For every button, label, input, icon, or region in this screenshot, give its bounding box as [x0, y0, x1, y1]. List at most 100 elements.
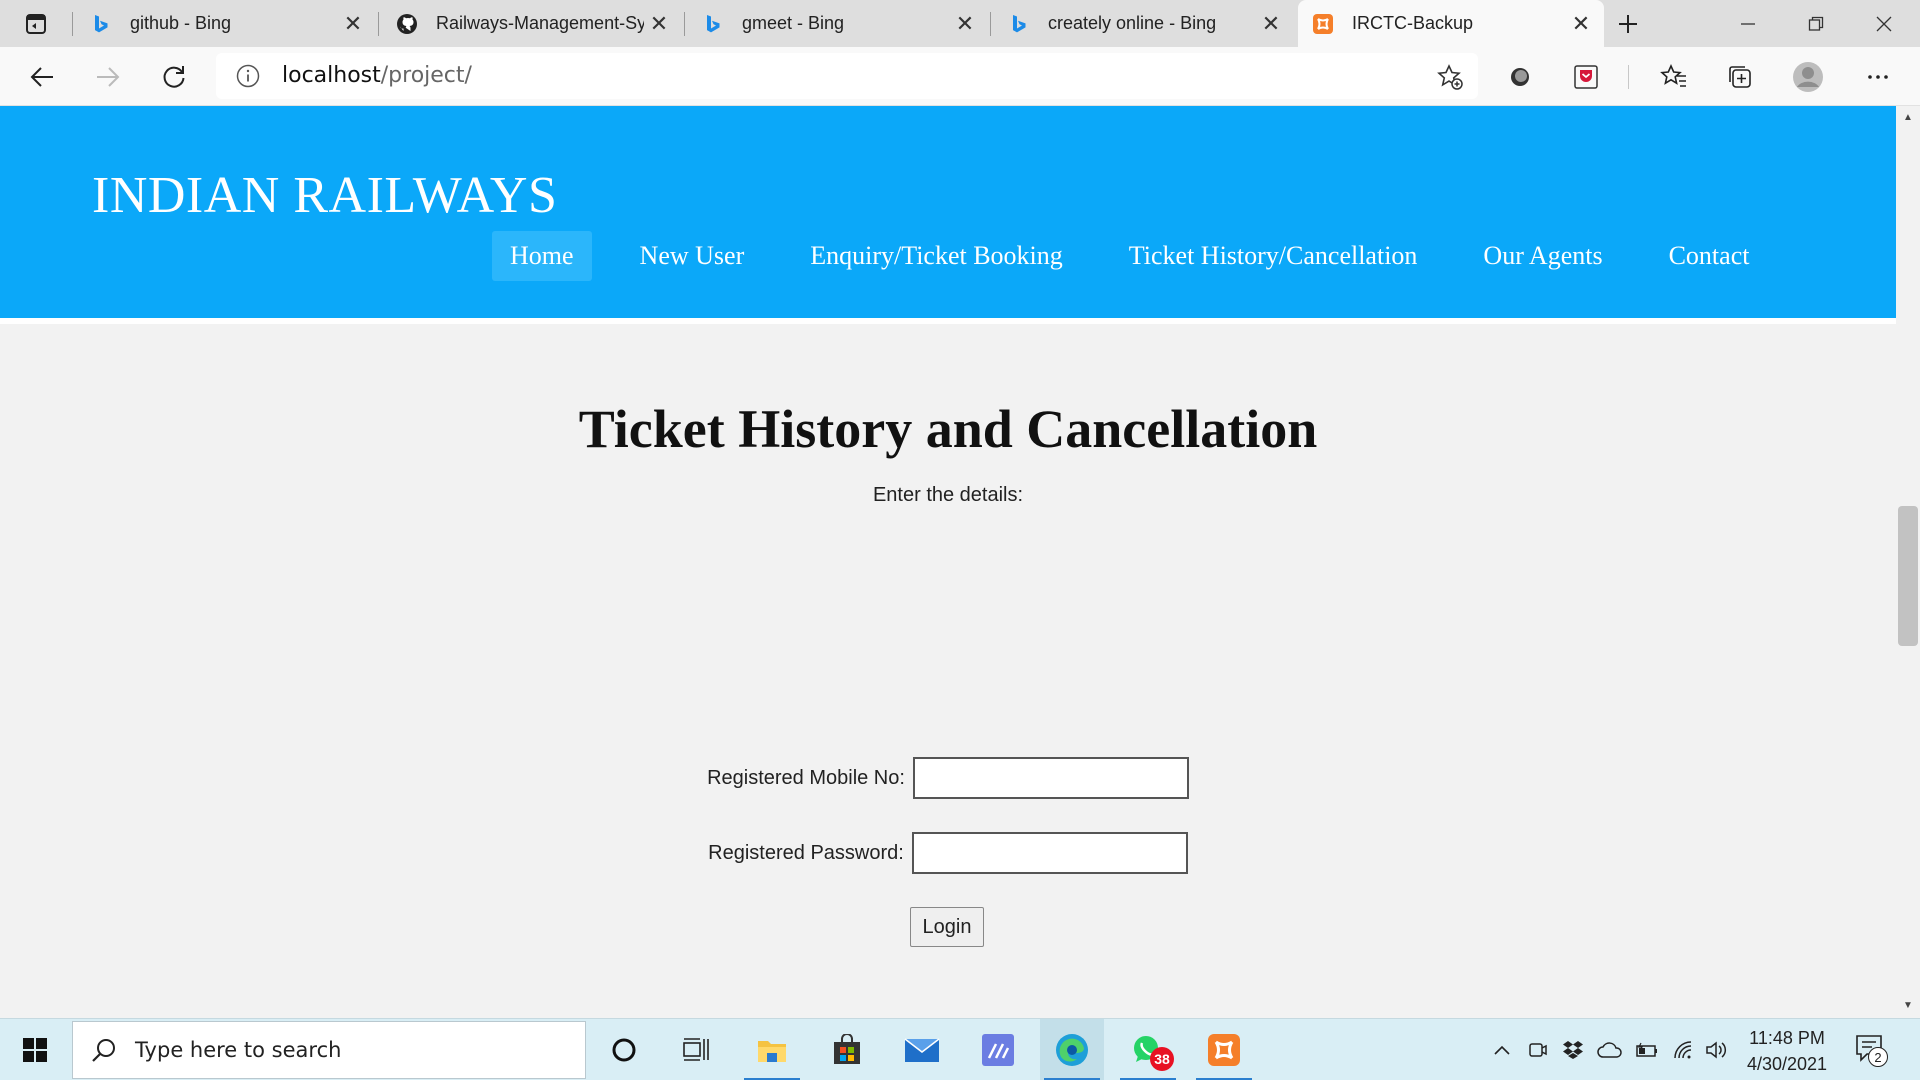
bing-icon	[90, 13, 112, 35]
web-page-viewport: INDIAN RAILWAYS Home New User Enquiry/Ti…	[0, 106, 1896, 1018]
tab-title: creately online - Bing	[1048, 13, 1217, 33]
back-button[interactable]	[20, 55, 64, 99]
mobile-label: Registered Mobile No:	[707, 766, 905, 789]
favorites-button[interactable]	[1652, 55, 1696, 99]
nav-contact[interactable]: Contact	[1651, 231, 1768, 281]
add-favorite-icon[interactable]	[1436, 63, 1464, 91]
login-button[interactable]: Login	[910, 907, 984, 947]
tray-battery[interactable]	[1634, 1019, 1660, 1080]
notification-count: 2	[1868, 1047, 1888, 1067]
collections-icon	[1729, 66, 1751, 88]
app-taskbar-icon[interactable]	[966, 1019, 1030, 1080]
xampp-taskbar-icon[interactable]	[1192, 1019, 1256, 1080]
pocket-extension-button[interactable]	[1564, 55, 1608, 99]
browser-tab-strip: github - Bing ✕ Railways-Management-Sy ✕…	[0, 0, 1920, 47]
url-text[interactable]: localhost/project/	[282, 63, 472, 88]
bing-icon	[1008, 13, 1030, 35]
microsoft-store-taskbar-icon[interactable]	[815, 1019, 879, 1080]
toolbar-separator	[1628, 65, 1629, 89]
tab-title: IRCTC-Backup	[1352, 13, 1474, 33]
refresh-button[interactable]	[152, 55, 196, 99]
address-bar[interactable]: localhost/project/	[216, 53, 1478, 99]
dropbox-icon	[1563, 1041, 1583, 1059]
clock-date: 4/30/2021	[1746, 1054, 1828, 1074]
nav-ticket-history-cancellation[interactable]: Ticket History/Cancellation	[1111, 231, 1436, 281]
site-header: INDIAN RAILWAYS Home New User Enquiry/Ti…	[0, 106, 1896, 324]
close-tab-icon[interactable]: ✕	[950, 9, 980, 39]
new-tab-button[interactable]	[1610, 6, 1646, 42]
github-icon	[396, 13, 418, 35]
minimize-icon	[1741, 22, 1755, 25]
onedrive-cloud-icon	[1597, 1042, 1622, 1058]
nav-home[interactable]: Home	[492, 231, 592, 281]
notification-badge: 38	[1150, 1047, 1174, 1071]
page-scrollbar[interactable]: ▲ ▼	[1896, 106, 1920, 1018]
forward-arrow-icon	[97, 67, 120, 87]
close-tab-icon[interactable]: ✕	[1256, 9, 1286, 39]
tab-actions-icon	[26, 14, 46, 34]
close-tab-icon[interactable]: ✕	[1566, 9, 1596, 39]
tab-actions-menu-button[interactable]	[14, 8, 58, 40]
tray-onedrive[interactable]	[1596, 1019, 1624, 1080]
mail-taskbar-icon[interactable]	[890, 1019, 954, 1080]
cortana-button[interactable]	[592, 1019, 656, 1080]
task-view-button[interactable]	[664, 1019, 728, 1080]
tab-gmeet-bing[interactable]: gmeet - Bing ✕	[688, 0, 988, 47]
more-horizontal-icon	[1868, 75, 1888, 79]
extension-circle-icon	[1511, 68, 1529, 86]
forward-button[interactable]	[86, 55, 130, 99]
form-instructions: Enter the details:	[872, 484, 1024, 506]
wifi-icon	[1674, 1041, 1692, 1059]
xampp-icon	[1312, 13, 1334, 35]
tray-volume[interactable]	[1704, 1019, 1730, 1080]
extension-button[interactable]	[1498, 55, 1542, 99]
pen-app-icon	[982, 1034, 1014, 1066]
collections-button[interactable]	[1718, 55, 1762, 99]
tray-meet-now[interactable]	[1526, 1019, 1550, 1080]
close-tab-icon[interactable]: ✕	[338, 9, 368, 39]
start-button[interactable]	[0, 1019, 70, 1080]
profile-button[interactable]	[1786, 55, 1830, 99]
password-input[interactable]	[911, 832, 1188, 874]
nav-enquiry-ticket-booking[interactable]: Enquiry/Ticket Booking	[792, 231, 1081, 281]
tab-title: gmeet - Bing	[742, 13, 845, 33]
tab-separator	[72, 12, 73, 36]
tab-separator	[684, 12, 685, 36]
mobile-number-input[interactable]	[912, 757, 1189, 799]
url-host: localhost	[282, 63, 381, 88]
tray-dropbox[interactable]	[1560, 1019, 1586, 1080]
restore-button[interactable]	[1782, 0, 1850, 47]
taskbar-search-box[interactable]: Type here to search	[72, 1021, 586, 1079]
show-hidden-icons-button[interactable]	[1490, 1019, 1514, 1080]
taskbar-clock[interactable]: 11:48 PM 4/30/2021	[1732, 1025, 1842, 1077]
nav-our-agents[interactable]: Our Agents	[1465, 231, 1620, 281]
file-explorer-taskbar-icon[interactable]	[740, 1019, 804, 1080]
site-info-icon[interactable]	[236, 64, 260, 88]
scroll-up-arrow-icon[interactable]: ▲	[1902, 112, 1914, 124]
cortana-circle-icon	[612, 1038, 636, 1062]
chevron-up-icon	[1494, 1045, 1510, 1055]
settings-more-button[interactable]	[1856, 55, 1900, 99]
scroll-thumb[interactable]	[1898, 506, 1918, 646]
tab-railways-management[interactable]: Railways-Management-Sy ✕	[382, 0, 682, 47]
tab-creately-bing[interactable]: creately online - Bing ✕	[994, 0, 1294, 47]
action-center-button[interactable]: 2	[1854, 1033, 1888, 1068]
close-tab-icon[interactable]: ✕	[644, 9, 674, 39]
scroll-down-arrow-icon[interactable]: ▼	[1902, 1000, 1914, 1012]
store-bag-icon	[834, 1034, 860, 1064]
tab-github-bing[interactable]: github - Bing ✕	[76, 0, 376, 47]
whatsapp-taskbar-icon[interactable]: 38	[1116, 1019, 1180, 1080]
plus-icon	[1619, 15, 1637, 33]
restore-icon	[1808, 16, 1824, 31]
site-title: INDIAN RAILWAYS	[92, 167, 558, 224]
minimize-button[interactable]	[1714, 0, 1782, 47]
close-window-button[interactable]	[1850, 0, 1918, 47]
tab-separator	[990, 12, 991, 36]
edge-taskbar-icon[interactable]	[1040, 1019, 1104, 1080]
tray-wifi[interactable]	[1670, 1019, 1696, 1080]
nav-new-user[interactable]: New User	[622, 231, 763, 281]
favorites-icon	[1660, 64, 1686, 87]
meet-now-icon	[1529, 1043, 1547, 1057]
tab-irctc-backup[interactable]: IRCTC-Backup ✕	[1298, 0, 1604, 47]
edge-browser-icon	[1056, 1034, 1088, 1066]
